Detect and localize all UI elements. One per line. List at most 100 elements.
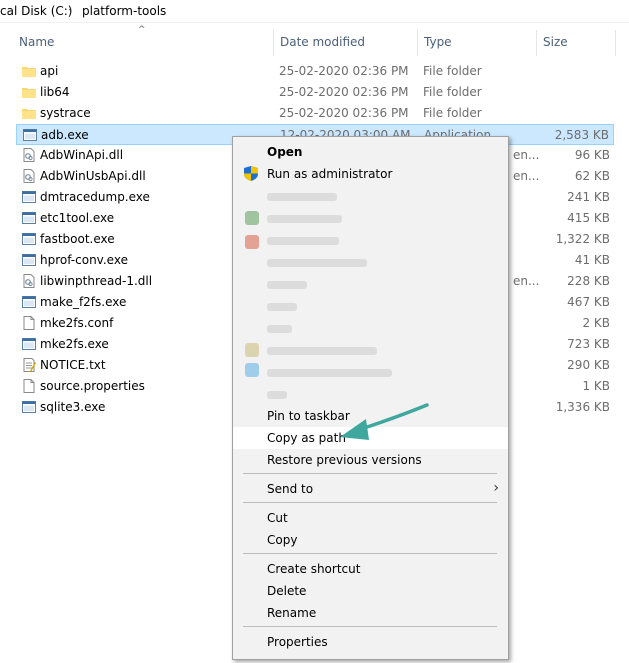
breadcrumb-folder[interactable]: platform-tools: [82, 4, 166, 18]
file-size: 415 KB: [567, 211, 610, 225]
file-size: 1,336 KB: [555, 400, 610, 414]
file-name: etc1tool.exe: [40, 211, 115, 225]
file-size: 290 KB: [567, 358, 610, 372]
uac-shield-icon: [244, 166, 258, 181]
exe-icon: [22, 253, 36, 267]
menu-item-label: Restore previous versions: [267, 453, 422, 467]
file-name: make_f2fs.exe: [40, 295, 127, 309]
file-name: libwinpthread-1.dll: [40, 274, 153, 288]
file-type: File folder: [423, 64, 482, 78]
exe-icon: [22, 232, 36, 246]
file-type: File folder: [423, 106, 482, 120]
menu-item-open[interactable]: Open: [233, 141, 508, 163]
menu-item-label: Properties: [267, 635, 328, 649]
folder-icon: [22, 106, 36, 120]
file-size: 2,583 KB: [554, 128, 609, 142]
file-date-modified: 25-02-2020 02:36 PM: [279, 106, 409, 120]
menu-separator: [243, 626, 497, 627]
file-size: 41 KB: [574, 253, 610, 267]
file-date-modified: 25-02-2020 02:36 PM: [279, 85, 409, 99]
breadcrumb-drive[interactable]: cal Disk (C:): [0, 4, 72, 18]
file-row[interactable]: systrace 25-02-2020 02:36 PM File folder: [16, 103, 614, 124]
dll-icon: [22, 169, 36, 183]
column-header: Name ^ Date modified Type Size: [0, 25, 629, 56]
file-size: 2 KB: [582, 316, 610, 330]
file-name: NOTICE.txt: [40, 358, 106, 372]
column-divider[interactable]: [417, 30, 418, 56]
menu-item-label: Copy as path: [267, 431, 346, 445]
file-size: 96 KB: [574, 148, 610, 162]
column-divider[interactable]: [536, 30, 537, 56]
file-name: AdbWinUsbApi.dll: [40, 169, 146, 183]
sort-ascending-icon: ^: [138, 25, 146, 35]
file-size: 228 KB: [567, 274, 610, 288]
file-type: en...: [513, 148, 540, 162]
exe-icon: [22, 295, 36, 309]
column-divider[interactable]: [273, 30, 274, 56]
menu-item-copy-as-path[interactable]: Copy as path: [233, 427, 508, 449]
menu-item-label: Cut: [267, 511, 288, 525]
file-type: en...: [513, 169, 540, 183]
file-name: fastboot.exe: [40, 232, 115, 246]
file-icon: [22, 379, 36, 393]
file-size: 723 KB: [567, 337, 610, 351]
file-name: lib64: [40, 85, 70, 99]
file-row[interactable]: api 25-02-2020 02:36 PM File folder: [16, 61, 614, 82]
file-name: hprof-conv.exe: [40, 253, 128, 267]
breadcrumb: cal Disk (C:) › platform-tools: [0, 0, 629, 23]
exe-icon: [22, 337, 36, 351]
menu-item-label: Run as administrator: [267, 167, 393, 181]
file-size: 467 KB: [567, 295, 610, 309]
file-icon: [22, 316, 36, 330]
exe-icon: [22, 211, 36, 225]
file-type: en...: [513, 274, 540, 288]
folder-icon: [22, 64, 36, 78]
file-name: sqlite3.exe: [40, 400, 106, 414]
menu-separator: [243, 553, 497, 554]
breadcrumb-separator: ›: [68, 3, 72, 14]
menu-item-label: Create shortcut: [267, 562, 361, 576]
column-date-modified[interactable]: Date modified: [280, 35, 365, 49]
exe-icon: [22, 400, 36, 414]
menu-item-label: Copy: [267, 533, 298, 547]
dll-icon: [22, 274, 36, 288]
menu-item-delete[interactable]: Delete: [233, 580, 508, 602]
file-size: 1 KB: [582, 379, 610, 393]
file-name: source.properties: [40, 379, 145, 393]
file-name: adb.exe: [41, 128, 89, 142]
menu-item-run-as-administrator[interactable]: Run as administrator: [233, 163, 508, 185]
menu-item-create-shortcut[interactable]: Create shortcut: [233, 558, 508, 580]
context-menu: Open Run as administrator Pin to taskbar…: [232, 136, 509, 660]
file-row[interactable]: lib64 25-02-2020 02:36 PM File folder: [16, 82, 614, 103]
file-size: 62 KB: [574, 169, 610, 183]
column-name[interactable]: Name: [19, 35, 54, 49]
menu-item-label: Rename: [267, 606, 317, 620]
menu-item-pin-to-taskbar[interactable]: Pin to taskbar: [233, 405, 508, 427]
menu-item-cut[interactable]: Cut: [233, 507, 508, 529]
menu-item-properties[interactable]: Properties: [233, 631, 508, 653]
column-divider[interactable]: [615, 30, 616, 56]
dll-icon: [22, 148, 36, 162]
menu-separator: [243, 473, 497, 474]
menu-item-rename[interactable]: Rename: [233, 602, 508, 624]
file-date-modified: 25-02-2020 02:36 PM: [279, 64, 409, 78]
file-name: api: [40, 64, 59, 78]
menu-item-send-to[interactable]: Send to ›: [233, 478, 508, 500]
column-size[interactable]: Size: [543, 35, 568, 49]
file-type: File folder: [423, 85, 482, 99]
text-file-icon: [22, 358, 36, 372]
column-type[interactable]: Type: [424, 35, 452, 49]
chevron-right-icon: ›: [493, 480, 499, 496]
file-size: 241 KB: [567, 190, 610, 204]
menu-item-label: Open: [267, 145, 303, 159]
file-name: AdbWinApi.dll: [40, 148, 124, 162]
menu-item-copy[interactable]: Copy: [233, 529, 508, 551]
file-size: 1,322 KB: [555, 232, 610, 246]
exe-icon: [23, 128, 37, 142]
menu-item-restore-previous-versions[interactable]: Restore previous versions: [233, 449, 508, 471]
file-name: mke2fs.exe: [40, 337, 109, 351]
folder-icon: [22, 85, 36, 99]
file-name: mke2fs.conf: [40, 316, 114, 330]
file-name: dmtracedump.exe: [40, 190, 150, 204]
file-name: systrace: [40, 106, 91, 120]
